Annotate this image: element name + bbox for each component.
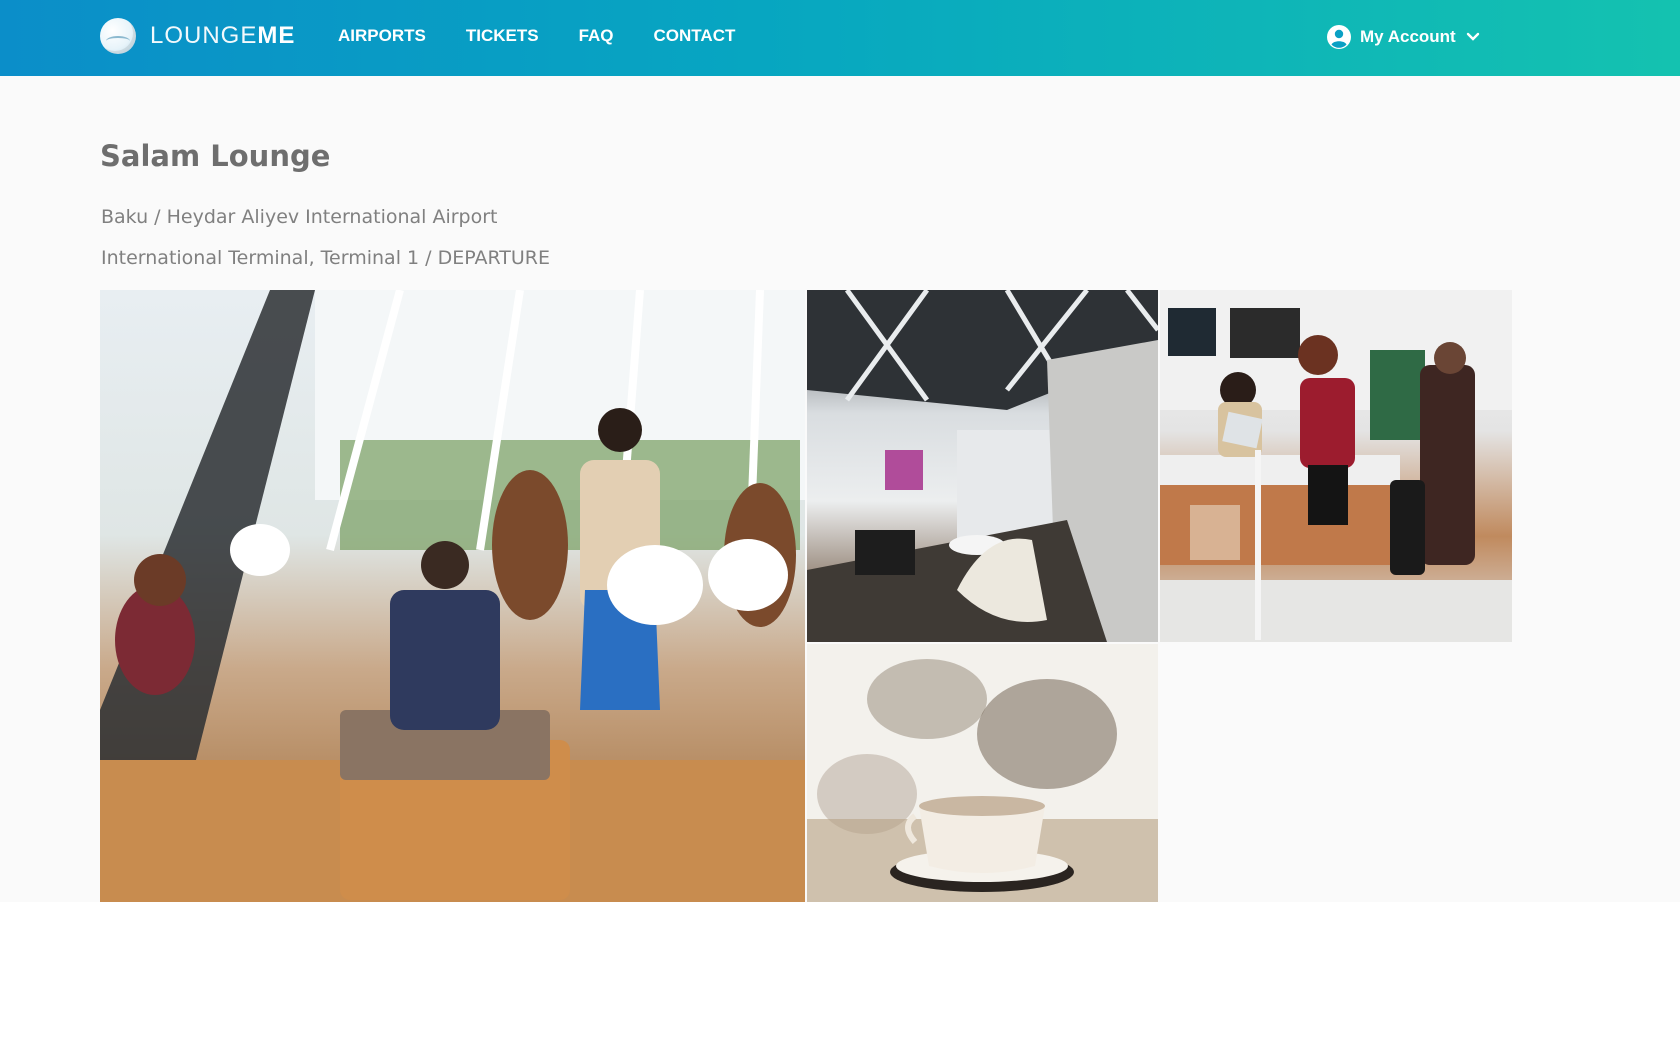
lounge-title: Salam Lounge (100, 139, 331, 173)
gallery-image-reception-desk[interactable] (1160, 290, 1512, 642)
user-circle-icon (1327, 25, 1351, 49)
gallery-image-lounge-seating[interactable] (100, 290, 805, 902)
my-account-menu[interactable]: My Account (1326, 20, 1480, 54)
nav-faq-link[interactable]: FAQ (579, 26, 614, 46)
lounge-location: Baku / Heydar Aliyev International Airpo… (101, 206, 498, 228)
chevron-down-icon (1466, 32, 1479, 41)
brand-logo[interactable]: LOUNGEME (100, 16, 295, 56)
nav-airports-link[interactable]: AIRPORTS (338, 26, 426, 46)
brand-name-light: LOUNGE (150, 22, 258, 49)
lounge-terminal: International Terminal, Terminal 1 / DEP… (101, 247, 550, 269)
brand-wordmark: LOUNGEME (150, 22, 295, 50)
nav-tickets-link[interactable]: TICKETS (466, 26, 539, 46)
brand-name-bold: ME (257, 22, 296, 49)
gallery-image-coffee-cup[interactable] (807, 644, 1158, 902)
lounge-detail-section: Salam Lounge Baku / Heydar Aliyev Intern… (0, 76, 1680, 902)
main-nav: AIRPORTS TICKETS FAQ CONTACT (338, 0, 775, 72)
my-account-label: My Account (1360, 27, 1456, 46)
globe-logo-icon (100, 18, 136, 54)
gallery-image-lounge-desk[interactable] (807, 290, 1158, 642)
top-navigation-bar: LOUNGEME AIRPORTS TICKETS FAQ CONTACT My… (0, 0, 1680, 76)
nav-contact-link[interactable]: CONTACT (654, 26, 736, 46)
